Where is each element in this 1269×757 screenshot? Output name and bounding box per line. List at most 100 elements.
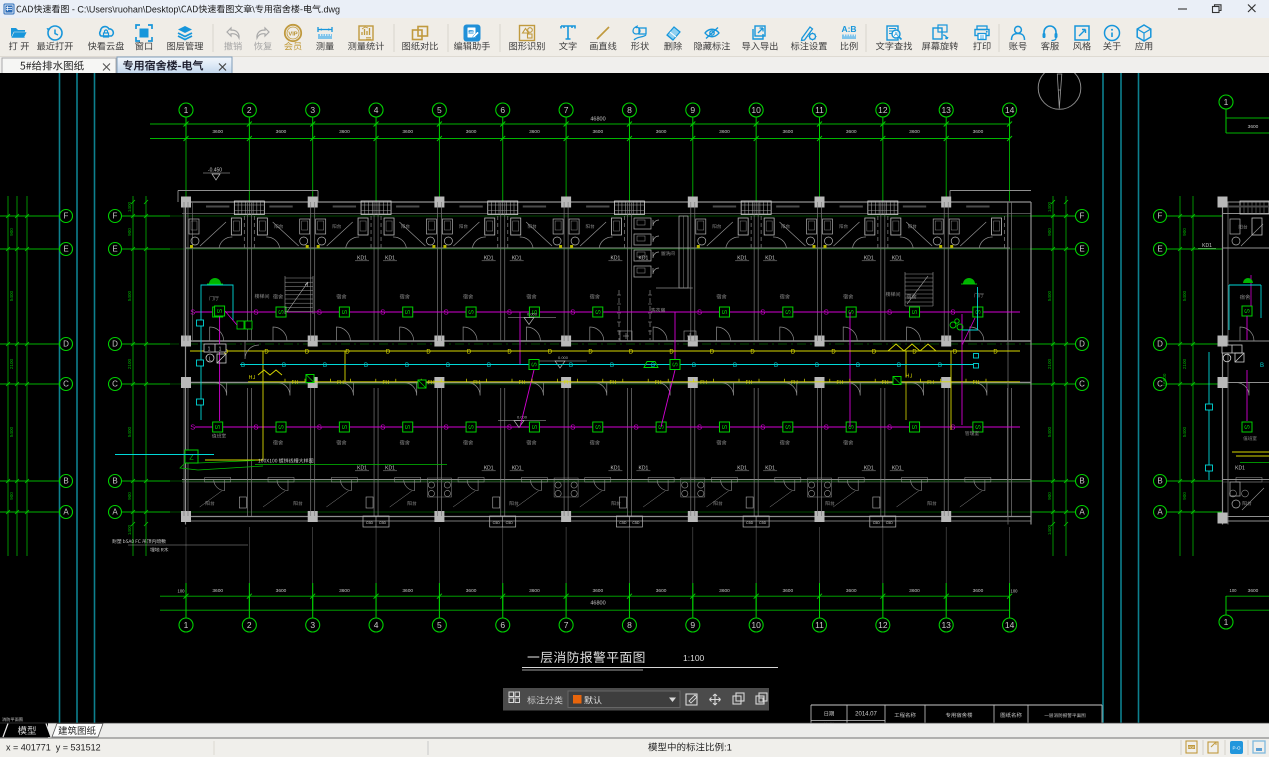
svg-text:8: 8 (627, 105, 632, 115)
svg-text:46800: 46800 (590, 117, 605, 123)
svg-text:C5D: C5D (873, 521, 881, 525)
svg-text:3600: 3600 (1248, 588, 1259, 594)
svg-text:C5D: C5D (746, 521, 754, 525)
svg-text:D: D (426, 350, 431, 356)
svg-text:900: 900 (127, 492, 132, 500)
svg-text:S: S (403, 425, 410, 430)
svg-text:D: D (872, 350, 877, 356)
svg-text:D: D (953, 350, 958, 356)
svg-text:VIP: VIP (288, 31, 297, 37)
svg-text:3600: 3600 (529, 588, 540, 594)
svg-text:FH: FH (700, 380, 707, 386)
svg-text:B: B (1260, 363, 1264, 369)
svg-text:S: S (783, 425, 790, 430)
svg-text:S: S (340, 425, 347, 430)
svg-text:900: 900 (9, 492, 14, 500)
svg-text:13: 13 (941, 105, 951, 115)
svg-text:F: F (1158, 212, 1163, 221)
svg-text:D: D (791, 350, 796, 356)
svg-text:7: 7 (564, 620, 569, 630)
svg-text:3600: 3600 (846, 588, 857, 594)
svg-text:100: 100 (1011, 589, 1019, 594)
svg-text:D: D (548, 350, 553, 356)
svg-text:3: 3 (310, 105, 315, 115)
svg-text:2: 2 (247, 105, 252, 115)
svg-text:3600: 3600 (592, 129, 603, 135)
svg-text:13: 13 (941, 620, 951, 630)
svg-text:S: S (215, 309, 222, 314)
svg-text:3600: 3600 (276, 588, 287, 594)
svg-text:5400: 5400 (1047, 290, 1052, 301)
svg-text:1400: 1400 (127, 201, 132, 212)
svg-text:D: D (467, 350, 472, 356)
svg-text:C5D: C5D (493, 521, 501, 525)
svg-text:S: S (887, 308, 892, 317)
svg-text:B: B (1157, 477, 1162, 486)
svg-text:B: B (364, 363, 368, 369)
svg-text:D: D (629, 350, 634, 356)
svg-text:S: S (697, 308, 702, 317)
svg-text:5400: 5400 (1182, 290, 1187, 301)
svg-text:A: A (112, 508, 118, 517)
svg-text:10: 10 (751, 620, 761, 630)
svg-text:D: D (993, 350, 998, 356)
svg-text:3600: 3600 (339, 588, 350, 594)
svg-text:5400: 5400 (127, 426, 132, 437)
svg-text:S: S (634, 423, 639, 432)
svg-text:S: S (720, 425, 727, 430)
svg-text:3600: 3600 (402, 129, 413, 135)
svg-text:B: B (446, 363, 450, 369)
svg-text:B: B (856, 363, 860, 369)
svg-text:S: S (910, 310, 917, 315)
svg-text:B: B (774, 363, 778, 369)
svg-text:5400: 5400 (1182, 426, 1187, 437)
svg-text::1: :1 (724, 743, 732, 754)
svg-text:D: D (912, 350, 917, 356)
svg-text:D: D (63, 340, 69, 349)
svg-text:2014.07: 2014.07 (855, 712, 877, 718)
svg-text:FH: FH (292, 380, 299, 386)
svg-text:S: S (277, 310, 284, 315)
svg-text:D: D (750, 350, 755, 356)
svg-text:A: A (1157, 508, 1163, 517)
svg-text:900: 900 (1182, 228, 1187, 236)
svg-text:100: 100 (178, 589, 186, 594)
svg-text:B: B (63, 477, 68, 486)
svg-text:S: S (720, 310, 727, 315)
svg-text:E: E (63, 245, 68, 254)
svg-text:S: S (530, 425, 537, 430)
svg-text:0.000: 0.000 (527, 312, 538, 317)
svg-text:FH: FH (564, 380, 571, 386)
svg-text:5400: 5400 (127, 290, 132, 301)
svg-text:C5D: C5D (632, 521, 640, 525)
svg-text:1: 1 (219, 347, 222, 353)
svg-text:D: D (305, 350, 310, 356)
svg-text:D: D (669, 350, 674, 356)
svg-text:900: 900 (1182, 492, 1187, 500)
svg-text:FH: FH (337, 380, 344, 386)
svg-text:S: S (824, 308, 829, 317)
svg-text:900: 900 (1047, 228, 1052, 236)
svg-text:9: 9 (690, 105, 695, 115)
svg-text:S: S (253, 423, 258, 432)
svg-text:7: 7 (564, 105, 569, 115)
svg-text:3600: 3600 (276, 129, 287, 135)
svg-text:3600: 3600 (656, 588, 667, 594)
svg-text:S: S (887, 423, 892, 432)
svg-text:C5D: C5D (379, 521, 387, 525)
svg-text:C5D: C5D (506, 521, 514, 525)
svg-text:4: 4 (374, 105, 379, 115)
svg-text:FH: FH (927, 380, 934, 386)
svg-text:A: A (894, 32, 898, 38)
svg-text:S: S (1243, 425, 1250, 430)
svg-text:x = 401771 y = 531512: x = 401771 y = 531512 (6, 743, 101, 753)
svg-text:3600: 3600 (529, 129, 540, 135)
svg-text:CAD: CAD (468, 30, 476, 34)
svg-text:2100: 2100 (9, 358, 14, 369)
svg-text:B: B (692, 363, 696, 369)
svg-text:1: 1 (184, 105, 189, 115)
svg-text:D: D (831, 350, 836, 356)
svg-text:12: 12 (878, 620, 888, 630)
svg-text:-0.450: -0.450 (208, 168, 222, 174)
svg-text:6: 6 (500, 620, 505, 630)
